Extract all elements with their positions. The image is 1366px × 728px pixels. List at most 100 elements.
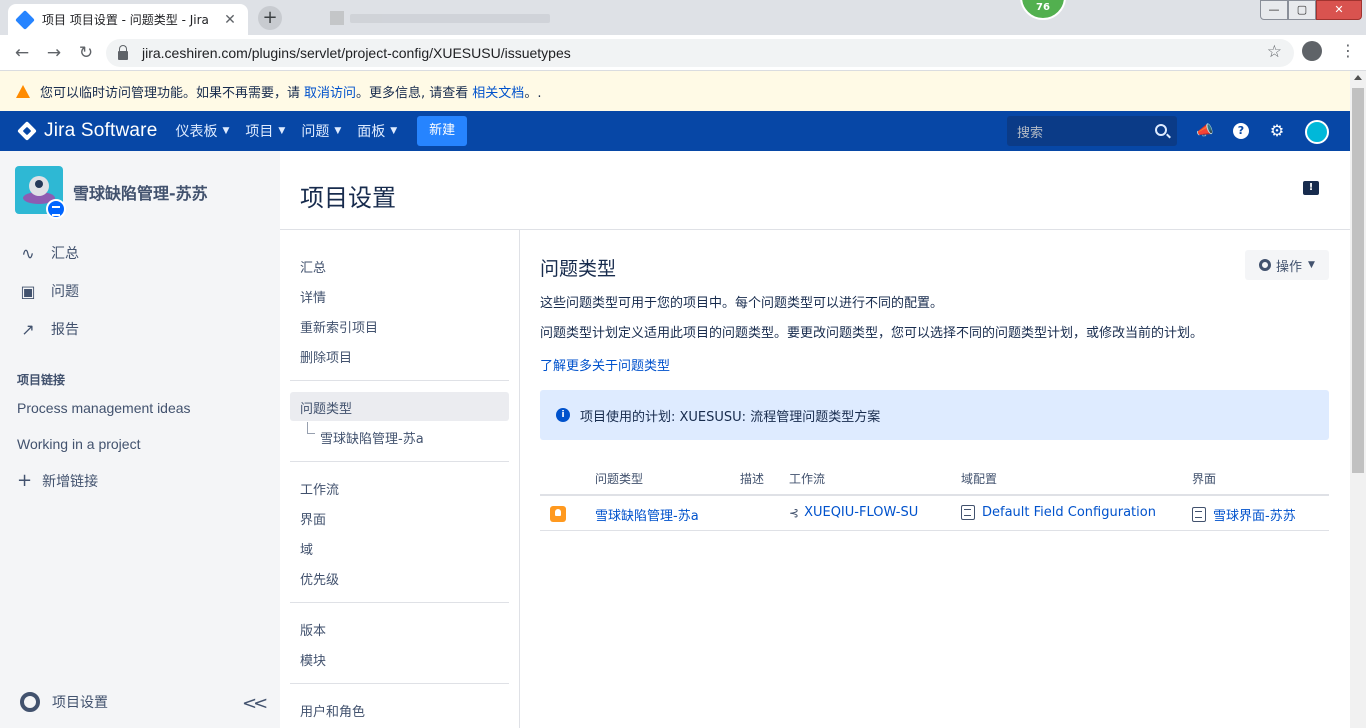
gear-icon bbox=[1259, 259, 1272, 271]
new-tab-button[interactable]: + bbox=[258, 6, 282, 30]
bookmark-star-icon[interactable]: ☆ bbox=[1267, 42, 1282, 62]
workflow-icon: ⊰ bbox=[789, 505, 800, 520]
settings-gear-icon[interactable]: ⚙ bbox=[1268, 121, 1286, 140]
page-title: 项目设置 bbox=[300, 184, 396, 212]
search-input[interactable]: 搜索 bbox=[1007, 116, 1177, 146]
field-config-icon bbox=[961, 505, 975, 520]
add-link-button[interactable]: + 新增链接 bbox=[17, 470, 98, 491]
feedback-icon[interactable]: ! bbox=[1303, 181, 1319, 195]
setnav-reindex[interactable]: 重新索引项目 bbox=[300, 317, 378, 336]
setnav-workflows[interactable]: 工作流 bbox=[300, 479, 339, 498]
sidebar-item-issues[interactable]: ▣ 问题 bbox=[17, 281, 79, 301]
issuetype-link[interactable]: 雪球缺陷管理-苏a bbox=[595, 505, 699, 524]
actions-button[interactable]: 操作 ▼ bbox=[1245, 250, 1329, 280]
sidebar-item-summary[interactable]: ∿ 汇总 bbox=[17, 243, 79, 263]
background-tab[interactable] bbox=[330, 10, 580, 26]
issue-type-icon bbox=[550, 506, 566, 522]
nav-issues[interactable]: 问题 ▼ bbox=[301, 121, 341, 141]
column-header-screen: 界面 bbox=[1192, 472, 1217, 486]
jira-logo-text: Jira Software bbox=[44, 120, 158, 141]
workflow-link[interactable]: ⊰ XUEQIU-FLOW-SU bbox=[789, 505, 918, 520]
setnav-issuetypes[interactable]: 问题类型 bbox=[300, 398, 352, 417]
setnav-components[interactable]: 模块 bbox=[300, 650, 326, 669]
back-button[interactable]: ← bbox=[10, 41, 34, 65]
setnav-summary[interactable]: 汇总 bbox=[300, 257, 326, 276]
setnav-screens[interactable]: 界面 bbox=[300, 509, 326, 528]
column-header-description: 描述 bbox=[740, 472, 765, 486]
lock-icon bbox=[118, 44, 128, 60]
user-avatar[interactable] bbox=[1305, 120, 1329, 144]
profile-icon[interactable] bbox=[1302, 41, 1322, 61]
project-type-badge-icon bbox=[46, 199, 66, 219]
setnav-delete[interactable]: 删除项目 bbox=[300, 347, 352, 366]
project-sidebar: 雪球缺陷管理-苏苏 ∿ 汇总 ▣ 问题 ↗ 报告 项目链接 Process manag… bbox=[0, 151, 280, 728]
plus-icon: + bbox=[17, 470, 33, 491]
project-link[interactable]: Process management ideas bbox=[17, 400, 191, 416]
scroll-up-arrow-icon[interactable] bbox=[1354, 75, 1362, 80]
search-icon bbox=[1155, 124, 1167, 136]
add-link-label: 新增链接 bbox=[42, 473, 99, 490]
description-1: 这些问题类型可用于您的项目中。每个问题类型可以进行不同的配置。 bbox=[540, 296, 944, 311]
reload-button[interactable]: ↻ bbox=[74, 41, 98, 65]
tab-close-icon[interactable]: ✕ bbox=[222, 12, 238, 28]
settings-gear-icon bbox=[20, 692, 40, 712]
collapse-sidebar-icon[interactable]: << bbox=[242, 693, 268, 714]
notifications-megaphone-icon[interactable]: 📣 bbox=[1196, 123, 1214, 139]
project-settings-link[interactable]: 项目设置 bbox=[20, 692, 108, 712]
divider bbox=[290, 461, 509, 462]
nav-projects-label: 项目 bbox=[245, 124, 274, 140]
reports-icon: ↗ bbox=[21, 319, 35, 339]
create-button[interactable]: 新建 bbox=[417, 116, 468, 146]
scrollbar-thumb[interactable] bbox=[1352, 88, 1364, 473]
nav-projects[interactable]: 项目 ▼ bbox=[245, 121, 285, 141]
sidebar-item-reports[interactable]: ↗ 报告 bbox=[17, 319, 79, 339]
window-maximize-button[interactable]: ▢ bbox=[1288, 0, 1316, 20]
browser-menu-icon[interactable]: ⋮ bbox=[1340, 41, 1356, 60]
column-header-field-config: 域配置 bbox=[961, 472, 998, 486]
setnav-users-roles[interactable]: 用户和角色 bbox=[300, 701, 365, 720]
project-link[interactable]: Working in a project bbox=[17, 436, 140, 452]
divider bbox=[290, 683, 509, 684]
extension-badge[interactable]: 76 bbox=[1020, 0, 1066, 20]
screen-link[interactable]: 雪球界面-苏苏 bbox=[1192, 505, 1296, 524]
help-icon[interactable]: ? bbox=[1233, 123, 1249, 139]
issues-icon: ▣ bbox=[20, 281, 36, 301]
setnav-priorities[interactable]: 优先级 bbox=[300, 569, 339, 588]
docs-link[interactable]: 相关文档 bbox=[472, 82, 524, 101]
warning-icon bbox=[16, 84, 30, 98]
nav-dashboards[interactable]: 仪表板 ▼ bbox=[175, 121, 229, 141]
setnav-details[interactable]: 详情 bbox=[300, 287, 326, 306]
url-field[interactable]: jira.ceshiren.com/plugins/servlet/projec… bbox=[106, 39, 1294, 67]
forward-button[interactable]: → bbox=[42, 41, 66, 65]
window-minimize-button[interactable]: — bbox=[1260, 0, 1288, 20]
banner-text-3: 。. bbox=[524, 85, 542, 101]
page-scrollbar[interactable] bbox=[1350, 71, 1366, 728]
banner-text-1: 您可以临时访问管理功能。如果不再需要，请 bbox=[40, 85, 301, 101]
learn-more-link[interactable]: 了解更多关于问题类型 bbox=[540, 355, 670, 374]
url-text: jira.ceshiren.com/plugins/servlet/projec… bbox=[142, 45, 571, 61]
nav-boards[interactable]: 面板 ▼ bbox=[357, 121, 397, 141]
revoke-access-link[interactable]: 取消访问 bbox=[304, 82, 356, 101]
search-placeholder: 搜索 bbox=[1017, 125, 1044, 141]
browser-tab-bar: 项目 项目设置 - 问题类型 - Jira ✕ + 76 — ▢ ✕ bbox=[0, 0, 1366, 35]
table-row-border bbox=[540, 530, 1329, 531]
workflow-link-label: XUEQIU-FLOW-SU bbox=[804, 505, 919, 520]
divider bbox=[290, 380, 509, 381]
jira-logo-icon bbox=[17, 121, 37, 141]
project-name[interactable]: 雪球缺陷管理-苏苏 bbox=[73, 180, 208, 204]
nav-issues-label: 问题 bbox=[301, 124, 330, 140]
pulse-icon: ∿ bbox=[21, 243, 35, 263]
sidebar-item-reports-label: 报告 bbox=[51, 322, 79, 338]
setnav-versions[interactable]: 版本 bbox=[300, 620, 326, 639]
window-close-button[interactable]: ✕ bbox=[1316, 0, 1362, 20]
background-tab-title bbox=[350, 13, 550, 23]
actions-label: 操作 bbox=[1276, 259, 1303, 275]
jira-logo[interactable]: Jira Software bbox=[17, 120, 158, 142]
setnav-fields[interactable]: 域 bbox=[300, 539, 313, 558]
scheme-info-text: 项目使用的计划: XUESUSU: 流程管理问题类型方案 bbox=[580, 409, 881, 425]
jira-header: Jira Software 仪表板 ▼ 项目 ▼ 问题 ▼ 面板 ▼ 新建 搜索 📣 ?… bbox=[0, 111, 1350, 151]
setnav-issuetype-sub[interactable]: 雪球缺陷管理-苏a bbox=[320, 428, 424, 447]
chevron-down-icon: ▼ bbox=[334, 126, 342, 136]
field-config-link[interactable]: Default Field Configuration bbox=[961, 505, 1156, 520]
browser-tab-active[interactable]: 项目 项目设置 - 问题类型 - Jira ✕ bbox=[8, 4, 248, 35]
